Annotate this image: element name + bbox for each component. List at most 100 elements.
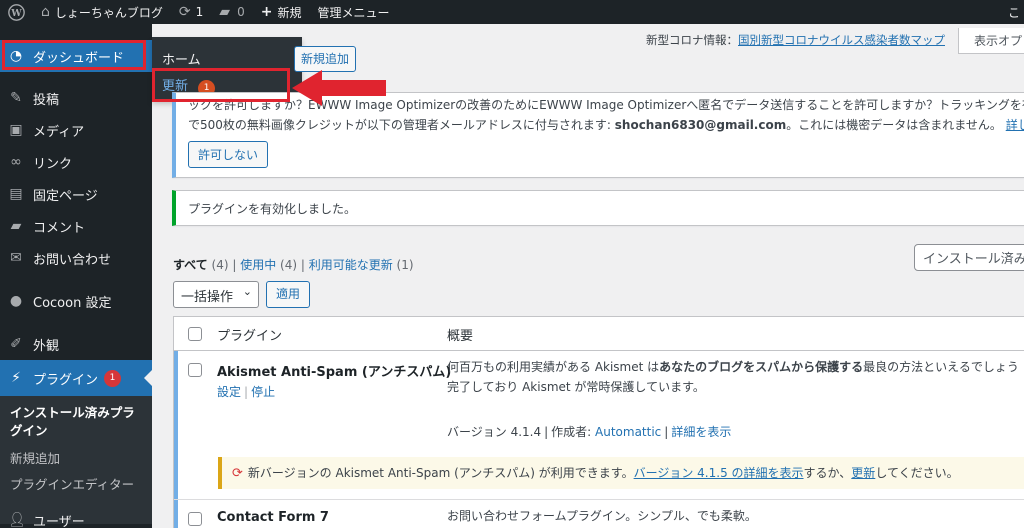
sidebar-item-media[interactable]: ▣ メディア [0, 114, 152, 146]
filter-upgrade[interactable]: 利用可能な更新 [309, 258, 393, 272]
mail-icon: ✉ [10, 250, 22, 266]
sidebar-item-label: リンク [33, 156, 73, 172]
updates-menu[interactable]: ⟳ 1 [171, 0, 211, 24]
notice-line2: で500枚の無料画像クレジットが以下の管理者メールアドレスに付与されます: sh… [188, 115, 1024, 135]
brush-icon: ✐ [10, 336, 22, 352]
update-refresh-icon: ⟳ [232, 466, 243, 481]
home-icon: ⌂ [41, 4, 50, 20]
notice-line2-text: で500枚の無料画像クレジットが以下の管理者メールアドレスに付与されます: [188, 118, 615, 132]
pin-icon: ✎ [10, 90, 22, 106]
sidebar-item-comments[interactable]: ▰ コメント [0, 210, 152, 242]
sidebar-item-pages[interactable]: ▤ 固定ページ [0, 178, 152, 210]
desc-part: 何百万もの利用実績がある Akismet は [447, 360, 660, 374]
sidebar-item-label: プラグイン [33, 372, 99, 388]
sidebar-item-label: 固定ページ [33, 188, 98, 204]
refresh-icon: ⟳ [178, 4, 191, 20]
annotation-box-updates [152, 68, 290, 102]
view-version-details-link[interactable]: バージョン 4.1.5 の詳細を表示 [634, 466, 804, 480]
bulk-action-select[interactable]: 一括操作 ⌄ [173, 281, 259, 308]
sidebar-item-links[interactable]: ∞ リンク [0, 146, 152, 178]
comment-icon: ▰ [219, 4, 231, 20]
manage-menu-label: 管理メニュー [317, 5, 390, 20]
page-icon: ▤ [9, 186, 23, 202]
manage-menu[interactable]: 管理メニュー [309, 0, 397, 24]
plugin-version: バージョン 4.1.4 [447, 425, 542, 439]
filter-all-count: (4) [211, 258, 229, 272]
media-icon: ▣ [9, 122, 23, 138]
account-menu[interactable]: こ [1000, 0, 1024, 24]
covid-notice: 新型コロナ情報：国別新型コロナウイルス感染者数マップ [646, 32, 945, 48]
user-icon: 👤︎ [8, 512, 26, 528]
desc-line2: 完了しており Akismet が常時保護しています。 [447, 380, 705, 394]
column-header-description: 概要 [447, 329, 474, 344]
covid-map-link[interactable]: 国別新型コロナウイルス感染者数マップ [738, 33, 945, 47]
plugin-name: Contact Form 7 [217, 510, 329, 525]
site-name-menu[interactable]: ⌂ しょーちゃんブログ [33, 0, 171, 24]
update-middle: するか、 [803, 466, 852, 480]
row-checkbox[interactable] [188, 512, 202, 526]
plugin-actions: 設定 | 停止 [217, 385, 276, 399]
plugin-author-label: 作成者: [551, 425, 592, 439]
svg-text:W: W [10, 7, 22, 18]
current-menu-arrow [144, 370, 152, 386]
submenu-installed-plugins[interactable]: インストール済みプラグイン [10, 404, 146, 440]
chevron-down-icon: ⌄ [242, 285, 252, 298]
desc-part: 最良の方法といえるでしょう [863, 360, 1019, 374]
activated-notice-text: プラグインを有効化しました。 [188, 202, 357, 216]
filter-all[interactable]: すべて [173, 258, 208, 272]
active-row-indicator [174, 351, 178, 499]
plugin-search-input[interactable]: インストール済み [914, 244, 1024, 271]
apply-button[interactable]: 適用 [266, 281, 310, 308]
site-name: しょーちゃんブログ [54, 5, 163, 20]
sidebar-item-plugins[interactable]: ⚡ プラグイン 1 [0, 360, 152, 396]
wordpress-logo-icon[interactable]: W [0, 0, 33, 24]
filter-active[interactable]: 使用中 [240, 258, 276, 272]
table-row: Contact Form 7 設定|停止 お問い合わせフォームプラグイン。シンプ… [174, 500, 1024, 528]
update-suffix: してください。 [875, 466, 959, 480]
plugin-deactivate-link[interactable]: 停止 [251, 385, 275, 399]
column-header-plugin[interactable]: プラグイン [217, 325, 282, 344]
plugins-table: プラグイン 概要 Akismet Anti-Spam (アンチスパム) 設定 | 停… [173, 316, 1024, 528]
sidebar-item-label: 外観 [33, 338, 60, 354]
sidebar-item-label: ユーザー [33, 514, 85, 528]
plugin-name: Akismet Anti-Spam (アンチスパム) [217, 365, 452, 380]
sidebar-item-label: メディア [33, 124, 85, 140]
plugin-description: 何百万もの利用実績がある Akismet はあなたのブログをスパムから保護する最… [447, 357, 1019, 397]
account-label: こ [1007, 5, 1020, 20]
plugin-author-link[interactable]: Automattic [595, 425, 661, 439]
sidebar-item-label: Cocoon 設定 [33, 295, 112, 311]
sidebar-item-appearance[interactable]: ✐ 外観 [0, 328, 152, 360]
admin-sidebar: ◔ ダッシュボード ✎ 投稿 ▣ メディア ∞ リンク ▤ 固定ページ ▰ コメ… [0, 24, 152, 528]
sidebar-item-label: コメント [33, 220, 86, 236]
plus-icon: + [260, 4, 273, 20]
screen-options-button[interactable]: 表示オプ [958, 28, 1024, 54]
select-all-checkbox[interactable] [188, 327, 202, 341]
updates-count: 1 [195, 5, 204, 19]
plugin-update-message: ⟳ 新バージョンの Akismet Anti-Spam (アンチスパム) が利用で… [218, 457, 1024, 489]
sidebar-item-cocoon[interactable]: ● Cocoon 設定 [0, 285, 152, 317]
sidebar-item-contact[interactable]: ✉ お問い合わせ [0, 242, 152, 274]
annotation-box-dashboard [2, 40, 146, 70]
comments-menu[interactable]: ▰ 0 [211, 0, 252, 24]
submenu-add-new[interactable]: 新規追加 [10, 448, 60, 467]
row-checkbox[interactable] [188, 363, 202, 377]
activated-notice: プラグインを有効化しました。 [172, 190, 1024, 226]
plugin-settings-link[interactable]: 設定 [217, 385, 241, 399]
active-row-indicator [174, 500, 178, 528]
sidebar-item-posts[interactable]: ✎ 投稿 [0, 82, 152, 114]
sidebar-item-users[interactable]: 👤︎ ユーザー [0, 504, 152, 528]
plugin-description: お問い合わせフォームプラグイン。シンプル、でも柔軟。 [447, 509, 757, 523]
filter-active-count: (4) [280, 258, 298, 272]
notice-more-link[interactable]: 詳し [1006, 118, 1024, 132]
deny-tracking-button[interactable]: 許可しない [188, 141, 269, 168]
bulk-action-label: 一括操作 [181, 290, 234, 305]
notice-line2-suffix: 。これには機密データは含まれません。 [786, 118, 1002, 132]
plugin-details-link[interactable]: 詳細を表示 [671, 425, 731, 439]
plugin-icon: ⚡ [11, 370, 21, 386]
table-row: Akismet Anti-Spam (アンチスパム) 設定 | 停止 何百万もの利用… [174, 351, 1024, 499]
update-now-link[interactable]: 更新 [851, 466, 875, 480]
submenu-plugin-editor[interactable]: プラグインエディター [10, 474, 134, 493]
comment-icon: ▰ [10, 218, 22, 234]
notice-email: shochan6830@gmail.com [614, 118, 787, 132]
new-content-menu[interactable]: + 新規 [253, 0, 310, 24]
